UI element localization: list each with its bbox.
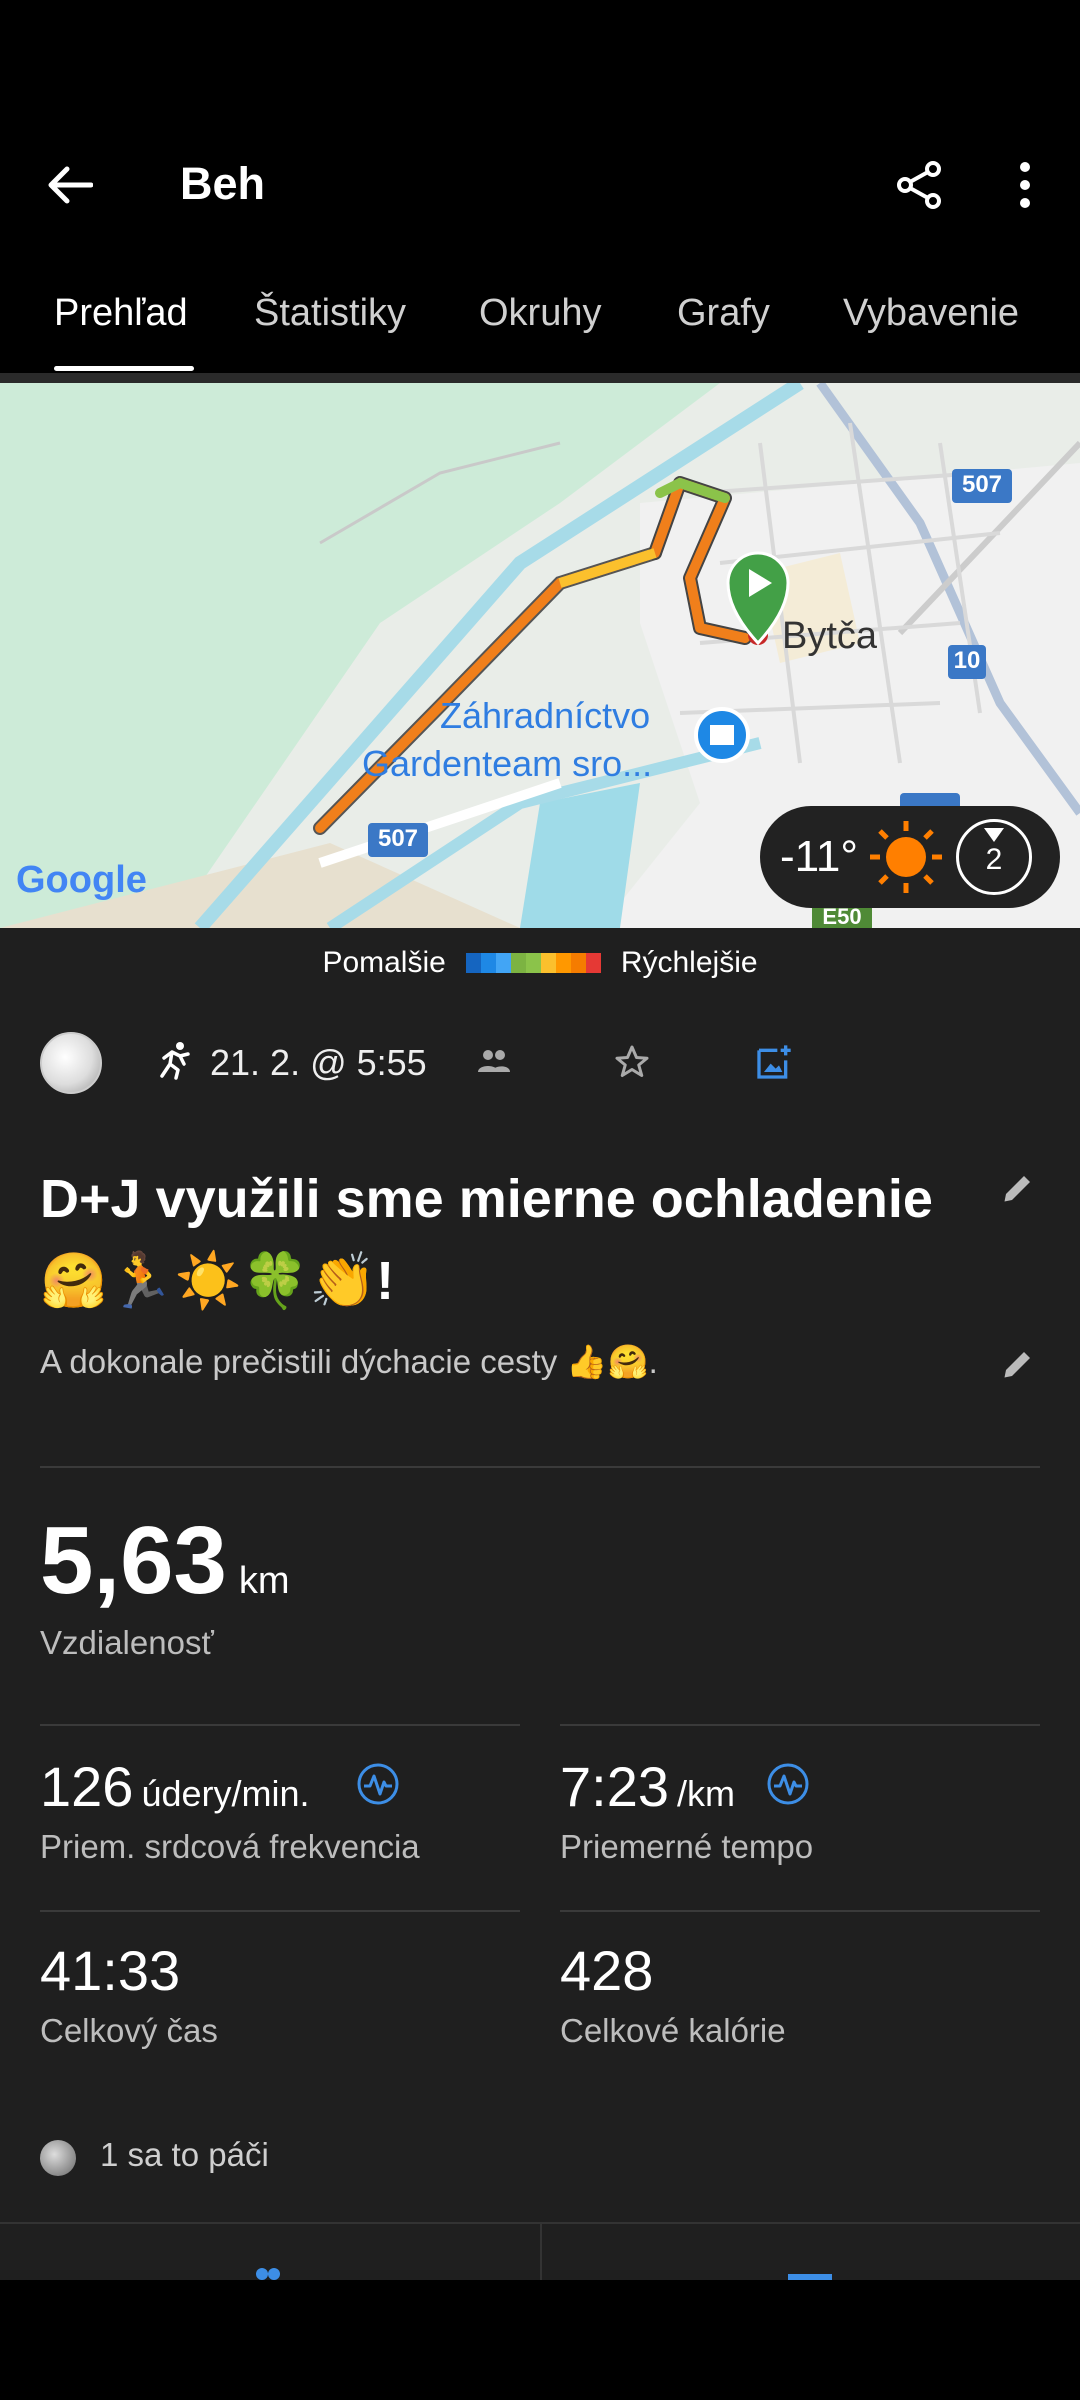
system-nav-area xyxy=(0,2280,1080,2400)
avatar[interactable] xyxy=(40,1032,102,1094)
heart-rate-chart-icon[interactable] xyxy=(356,1762,400,1806)
activity-title: D+J využili sme mierne ochladenie 🤗🏃☀️🍀👏… xyxy=(40,1169,933,1311)
legend-color-segment xyxy=(555,953,571,973)
tab-bar: Prehľad Štatistiky Okruhy Grafy Vybaveni… xyxy=(0,280,1080,375)
tab-charts[interactable]: Grafy xyxy=(677,292,770,335)
active-tab-indicator xyxy=(54,366,194,371)
activity-description: A dokonale prečistili dýchacie cesty 👍🤗. xyxy=(40,1343,658,1380)
pace-chart-icon[interactable] xyxy=(766,1762,810,1806)
pace-number: 7:23 xyxy=(560,1755,669,1818)
heart-rate-number: 126 xyxy=(40,1755,134,1818)
activity-date: 21. 2. @ 5:55 xyxy=(210,1042,427,1083)
poi-label-line1: Záhradníctvo xyxy=(440,695,651,736)
tab-laps[interactable]: Okruhy xyxy=(479,292,601,335)
divider xyxy=(560,1910,1040,1912)
weather-temperature: -11° xyxy=(780,832,858,881)
wind-indicator: 2 xyxy=(955,819,1032,895)
road-label-10: 10 xyxy=(953,647,981,674)
page-title: Beh xyxy=(180,158,266,209)
route-map[interactable]: 507 10 507 E50 Bytča Záhradníctvo Garden… xyxy=(0,383,1080,928)
legend-color-segment xyxy=(585,953,601,973)
divider xyxy=(40,1910,520,1912)
calories-label: Celkové kalórie xyxy=(560,2012,786,2049)
legend-color-segment xyxy=(465,953,481,973)
more-vertical-icon xyxy=(1020,162,1030,208)
add-photo-icon[interactable] xyxy=(754,1042,794,1082)
wind-direction-icon xyxy=(983,828,1004,842)
legend-color-segment xyxy=(495,953,511,973)
sun-icon xyxy=(869,821,942,893)
back-button[interactable] xyxy=(30,150,110,220)
likes-avatar xyxy=(40,2140,76,2176)
poi-label-line2: Gardenteam sro... xyxy=(362,743,653,784)
road-label-507-east: 507 xyxy=(961,471,1003,498)
heart-rate-label: Priem. srdcová frekvencia xyxy=(40,1828,420,1865)
edit-title-icon[interactable] xyxy=(1000,1170,1036,1206)
calories-value: 428 xyxy=(560,1939,654,2002)
legend-faster-label: Rýchlejšie xyxy=(620,946,758,979)
google-logo: Google xyxy=(16,859,147,901)
more-options-button[interactable] xyxy=(990,150,1060,220)
wind-level: 2 xyxy=(985,843,1003,876)
likes-count[interactable]: 1 sa to páči xyxy=(100,2136,269,2174)
legend-color-segment xyxy=(540,953,556,973)
tabs-divider xyxy=(0,373,1080,383)
total-time-value: 41:33 xyxy=(40,1939,181,2002)
distance-unit: km xyxy=(238,1560,290,1602)
overview-content: 21. 2. @ 5:55 D+J využili sme mierne och… xyxy=(0,998,1080,2280)
legend-color-segment xyxy=(510,953,526,973)
weather-badge[interactable]: -11° 2 xyxy=(760,806,1060,908)
activity-meta-row: 21. 2. @ 5:55 xyxy=(40,1028,1040,1098)
share-button[interactable] xyxy=(880,150,960,220)
pace-unit: /km xyxy=(677,1773,735,1814)
people-icon[interactable] xyxy=(476,1046,512,1076)
app-bar: Beh xyxy=(0,0,1080,270)
heart-rate-unit: údery/min. xyxy=(141,1773,310,1814)
edit-description-icon[interactable] xyxy=(1000,1346,1036,1382)
running-icon xyxy=(160,1042,190,1080)
legend-color-segment xyxy=(525,953,541,973)
share-icon xyxy=(897,161,941,209)
divider xyxy=(40,1724,520,1726)
bottom-divider xyxy=(540,2224,542,2282)
legend-color-segment xyxy=(480,953,496,973)
divider xyxy=(40,1466,1040,1468)
heart-rate-value: 126 údery/min. xyxy=(40,1754,310,1819)
legend-color-bar xyxy=(465,953,601,973)
legend-slower-label: Pomalšie xyxy=(322,946,446,979)
pace-legend: Pomalšie Rýchlejšie xyxy=(0,928,1080,998)
tab-overview[interactable]: Prehľad xyxy=(54,292,188,335)
town-label: Bytča xyxy=(782,615,878,657)
total-time-label: Celkový čas xyxy=(40,2012,218,2049)
arrow-left-icon xyxy=(48,166,93,204)
star-outline-icon[interactable] xyxy=(614,1044,650,1080)
distance-number: 5,63 xyxy=(40,1507,227,1614)
divider xyxy=(560,1724,1040,1726)
tab-gear[interactable]: Vybavenie xyxy=(843,292,1019,335)
bottom-action-bar xyxy=(0,2222,1080,2282)
distance-value: 5,63 km xyxy=(40,1506,290,1616)
pace-label: Priemerné tempo xyxy=(560,1828,814,1865)
tab-statistics[interactable]: Štatistiky xyxy=(254,292,406,335)
distance-label: Vzdialenosť xyxy=(40,1624,214,1661)
legend-color-segment xyxy=(570,953,586,973)
pace-value: 7:23/km xyxy=(560,1754,735,1819)
people-icon[interactable] xyxy=(248,2262,288,2282)
road-label-507-south: 507 xyxy=(377,825,419,852)
